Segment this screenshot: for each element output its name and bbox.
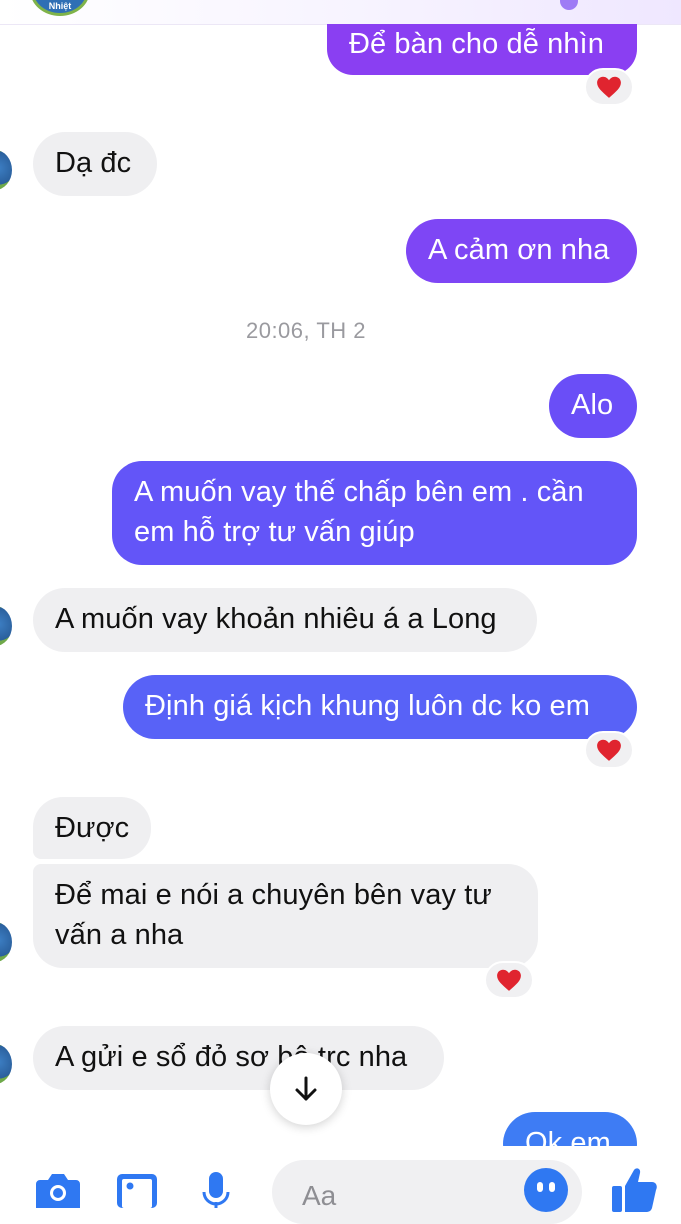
message-received-bubble[interactable]: Để mai e nói a chuyên bên vay tư vấn a n… xyxy=(33,864,538,968)
heart-icon xyxy=(597,739,621,761)
message-received-bubble[interactable]: A gửi e sổ đỏ sơ bộ trc nha xyxy=(33,1026,444,1090)
smiley-icon xyxy=(537,1182,543,1192)
voice-button[interactable] xyxy=(196,1168,244,1208)
contact-avatar-small[interactable] xyxy=(0,922,12,962)
message-sent-bubble[interactable]: Để bàn cho dễ nhìn xyxy=(327,24,637,75)
heart-reaction[interactable] xyxy=(584,68,634,106)
message-timestamp: 20:06, TH 2 xyxy=(245,318,367,343)
message-received-bubble[interactable]: Dạ đc xyxy=(33,132,157,196)
thumbs-up-icon xyxy=(612,1168,657,1212)
message-sent-bubble[interactable]: Alo xyxy=(549,374,637,438)
message-composer: Aa xyxy=(0,1146,681,1224)
heart-icon xyxy=(497,969,521,991)
arrow-down-icon xyxy=(295,1076,317,1101)
message-received-bubble[interactable]: Được xyxy=(33,797,151,859)
camera-button[interactable] xyxy=(34,1168,82,1208)
microphone-icon xyxy=(202,1172,230,1208)
heart-icon xyxy=(597,76,621,98)
message-sent-bubble[interactable]: A muốn vay thế chấp bên em . cần em hỗ t… xyxy=(112,461,637,565)
message-received-bubble[interactable]: A muốn vay khoản nhiêu á a Long xyxy=(33,588,537,652)
contact-avatar-small[interactable] xyxy=(0,1044,12,1084)
contact-avatar-small[interactable] xyxy=(0,606,12,646)
header-action-icon[interactable] xyxy=(560,0,578,10)
emoji-button[interactable] xyxy=(524,1168,568,1212)
message-sent-bubble[interactable]: A cảm ơn nha xyxy=(406,219,637,283)
conversation-header: Nhiệt xyxy=(0,0,681,25)
contact-avatar-small[interactable] xyxy=(0,150,12,190)
contact-avatar-label: Nhiệt xyxy=(48,1,72,11)
image-icon xyxy=(117,1174,157,1208)
scroll-to-bottom-button[interactable] xyxy=(270,1053,342,1125)
like-button[interactable] xyxy=(610,1164,658,1212)
message-sent-bubble[interactable]: Định giá kịch khung luôn dc ko em xyxy=(123,675,637,739)
smiley-icon-eye xyxy=(549,1182,555,1192)
message-input-placeholder: Aa xyxy=(302,1180,337,1211)
contact-avatar[interactable]: Nhiệt xyxy=(30,0,90,16)
gallery-button[interactable] xyxy=(114,1168,162,1208)
camera-icon xyxy=(36,1174,80,1208)
heart-reaction[interactable] xyxy=(584,731,634,769)
heart-reaction[interactable] xyxy=(484,961,534,999)
